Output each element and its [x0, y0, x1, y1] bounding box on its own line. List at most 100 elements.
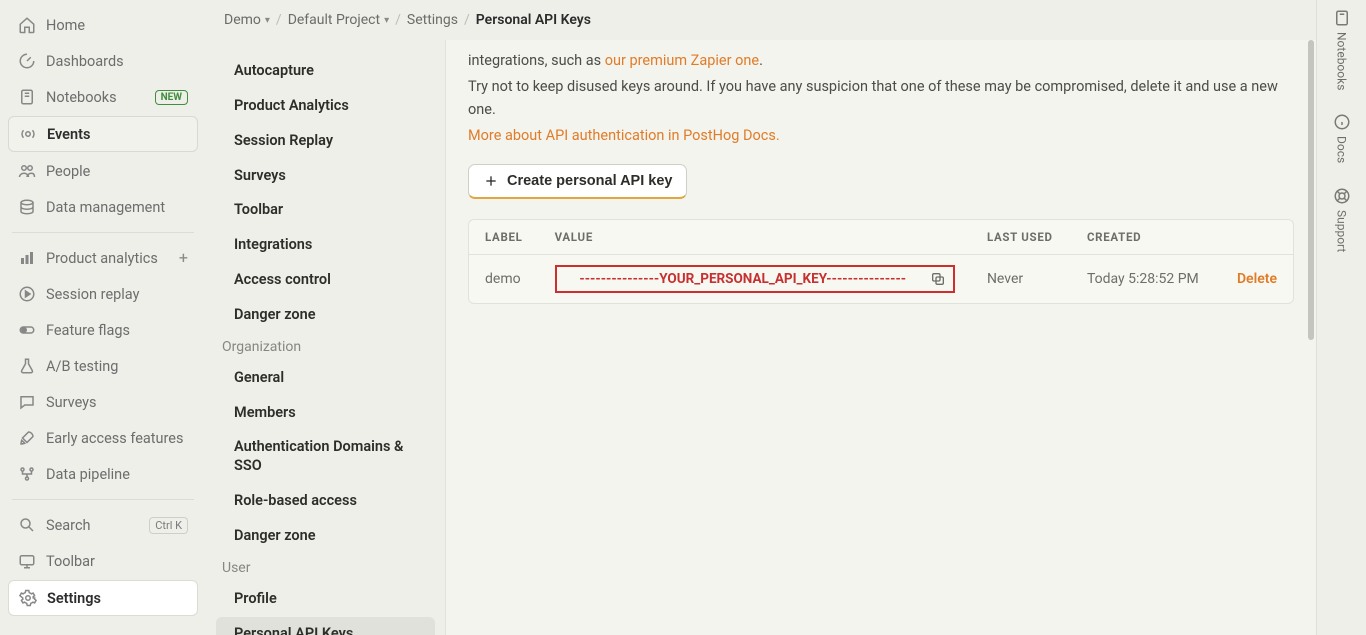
- rail-item-notebooks[interactable]: Notebooks: [1332, 8, 1352, 90]
- api-key-value: ---------------YOUR_PERSONAL_API_KEY----…: [579, 271, 906, 287]
- gear-icon: [19, 589, 37, 607]
- flask-icon: [18, 357, 36, 375]
- breadcrumb-separator: /: [395, 12, 401, 28]
- pipeline-icon: [18, 465, 36, 483]
- sidebar-item-notebooks[interactable]: Notebooks NEW: [8, 80, 198, 114]
- sidebar-item-label: Surveys: [46, 394, 97, 411]
- settings-group-user: User: [216, 554, 435, 582]
- sidebar-item-label: People: [46, 163, 90, 180]
- events-icon: [19, 125, 37, 143]
- settings-item-danger-zone[interactable]: Danger zone: [216, 298, 435, 333]
- lifebuoy-icon: [1332, 186, 1352, 206]
- sidebar-item-ab-testing[interactable]: A/B testing: [8, 349, 198, 383]
- divider: [12, 232, 194, 233]
- sidebar-item-dashboards[interactable]: Dashboards: [8, 44, 198, 78]
- search-icon: [18, 516, 36, 534]
- home-icon: [18, 16, 36, 34]
- api-key-highlight-box: ---------------YOUR_PERSONAL_API_KEY----…: [555, 265, 955, 293]
- settings-item-session-replay[interactable]: Session Replay: [216, 124, 435, 159]
- breadcrumb-separator: /: [276, 12, 282, 28]
- cell-value: ---------------YOUR_PERSONAL_API_KEY----…: [539, 255, 971, 303]
- api-keys-table: LABEL VALUE LAST USED CREATED demo -----…: [468, 219, 1294, 304]
- sidebar-item-product-analytics[interactable]: Product analytics +: [8, 241, 198, 275]
- settings-item-org-danger-zone[interactable]: Danger zone: [216, 519, 435, 554]
- sidebar-item-session-replay[interactable]: Session replay: [8, 277, 198, 311]
- sidebar-item-surveys[interactable]: Surveys: [8, 385, 198, 419]
- th-created: CREATED: [1071, 220, 1221, 255]
- settings-submenu: Autocapture Product Analytics Session Re…: [206, 40, 446, 635]
- notebook-icon: [18, 88, 36, 106]
- settings-item-profile[interactable]: Profile: [216, 582, 435, 617]
- left-sidebar: Home Dashboards Notebooks NEW Events Peo…: [0, 0, 206, 635]
- breadcrumb-org[interactable]: Demo ▾: [224, 12, 270, 28]
- settings-item-general[interactable]: General: [216, 361, 435, 396]
- info-icon: [1332, 112, 1352, 132]
- scrollbar[interactable]: [1308, 40, 1314, 635]
- settings-item-product-analytics[interactable]: Product Analytics: [216, 89, 435, 124]
- sidebar-item-toolbar[interactable]: Toolbar: [8, 544, 198, 578]
- rail-item-docs[interactable]: Docs: [1332, 112, 1352, 163]
- breadcrumb: Demo▾ / Default Project▾ / Settings / Pe…: [206, 0, 1316, 40]
- sidebar-item-events[interactable]: Events: [8, 116, 198, 152]
- docs-link[interactable]: More about API authentication in PostHog…: [468, 127, 780, 144]
- chevron-down-icon: ▾: [384, 15, 389, 26]
- bar-chart-icon: [18, 249, 36, 267]
- plus-icon[interactable]: +: [179, 250, 188, 266]
- scrollbar-thumb[interactable]: [1308, 40, 1314, 340]
- breadcrumb-project[interactable]: Default Project ▾: [288, 12, 389, 28]
- sidebar-item-label: Settings: [47, 590, 101, 607]
- settings-item-members[interactable]: Members: [216, 396, 435, 431]
- play-icon: [18, 285, 36, 303]
- breadcrumb-section[interactable]: Settings: [407, 12, 458, 28]
- create-api-key-button[interactable]: Create personal API key: [468, 164, 687, 199]
- breadcrumb-section-label: Settings: [407, 12, 458, 28]
- sidebar-item-label: Session replay: [46, 286, 139, 303]
- settings-item-personal-api-keys[interactable]: Personal API Keys: [216, 617, 435, 635]
- warning-text: Try not to keep disused keys around. If …: [468, 76, 1294, 121]
- sidebar-item-label: Search: [46, 517, 91, 534]
- breadcrumb-project-label: Default Project: [288, 12, 380, 28]
- th-last-used: LAST USED: [971, 220, 1071, 255]
- th-value: VALUE: [539, 220, 971, 255]
- sidebar-item-data-pipeline[interactable]: Data pipeline: [8, 457, 198, 491]
- sidebar-item-label: Data pipeline: [46, 466, 130, 483]
- breadcrumb-org-label: Demo: [224, 12, 261, 28]
- sidebar-item-feature-flags[interactable]: Feature flags: [8, 313, 198, 347]
- sidebar-item-label: Toolbar: [46, 553, 95, 570]
- sidebar-item-early-access[interactable]: Early access features: [8, 421, 198, 455]
- delete-button[interactable]: Delete: [1237, 271, 1277, 287]
- database-icon: [18, 198, 36, 216]
- chevron-down-icon: ▾: [265, 15, 270, 26]
- intro-tail: integrations, such as: [468, 52, 605, 69]
- table-row: demo ---------------YOUR_PERSONAL_API_KE…: [469, 255, 1293, 303]
- toggle-icon: [18, 321, 36, 339]
- zapier-link[interactable]: our premium Zapier one: [605, 52, 759, 69]
- sidebar-item-label: Product analytics: [46, 250, 158, 267]
- toolbar-icon: [18, 552, 36, 570]
- divider: [12, 499, 194, 500]
- badge-new: NEW: [155, 90, 188, 105]
- sidebar-item-people[interactable]: People: [8, 154, 198, 188]
- kbd-shortcut: Ctrl K: [149, 517, 188, 534]
- settings-item-auth-domains[interactable]: Authentication Domains & SSO: [216, 430, 435, 484]
- settings-item-surveys[interactable]: Surveys: [216, 159, 435, 194]
- rail-item-support[interactable]: Support: [1332, 186, 1352, 252]
- copy-icon[interactable]: [929, 270, 947, 288]
- settings-item-access-control[interactable]: Access control: [216, 263, 435, 298]
- settings-item-integrations[interactable]: Integrations: [216, 228, 435, 263]
- people-icon: [18, 162, 36, 180]
- sidebar-item-settings[interactable]: Settings: [8, 580, 198, 616]
- settings-item-autocapture[interactable]: Autocapture: [216, 54, 435, 89]
- settings-item-toolbar[interactable]: Toolbar: [216, 193, 435, 228]
- sidebar-item-home[interactable]: Home: [8, 8, 198, 42]
- content-panel: integrations, such as our premium Zapier…: [446, 40, 1316, 635]
- sidebar-item-data-management[interactable]: Data management: [8, 190, 198, 224]
- sidebar-item-label: Early access features: [46, 430, 183, 447]
- plus-icon: [483, 173, 499, 189]
- sidebar-item-label: Feature flags: [46, 322, 130, 339]
- gauge-icon: [18, 52, 36, 70]
- sidebar-item-label: Dashboards: [46, 53, 124, 70]
- sidebar-item-label: Events: [47, 126, 90, 143]
- sidebar-item-search[interactable]: Search Ctrl K: [8, 508, 198, 542]
- settings-item-role-access[interactable]: Role-based access: [216, 484, 435, 519]
